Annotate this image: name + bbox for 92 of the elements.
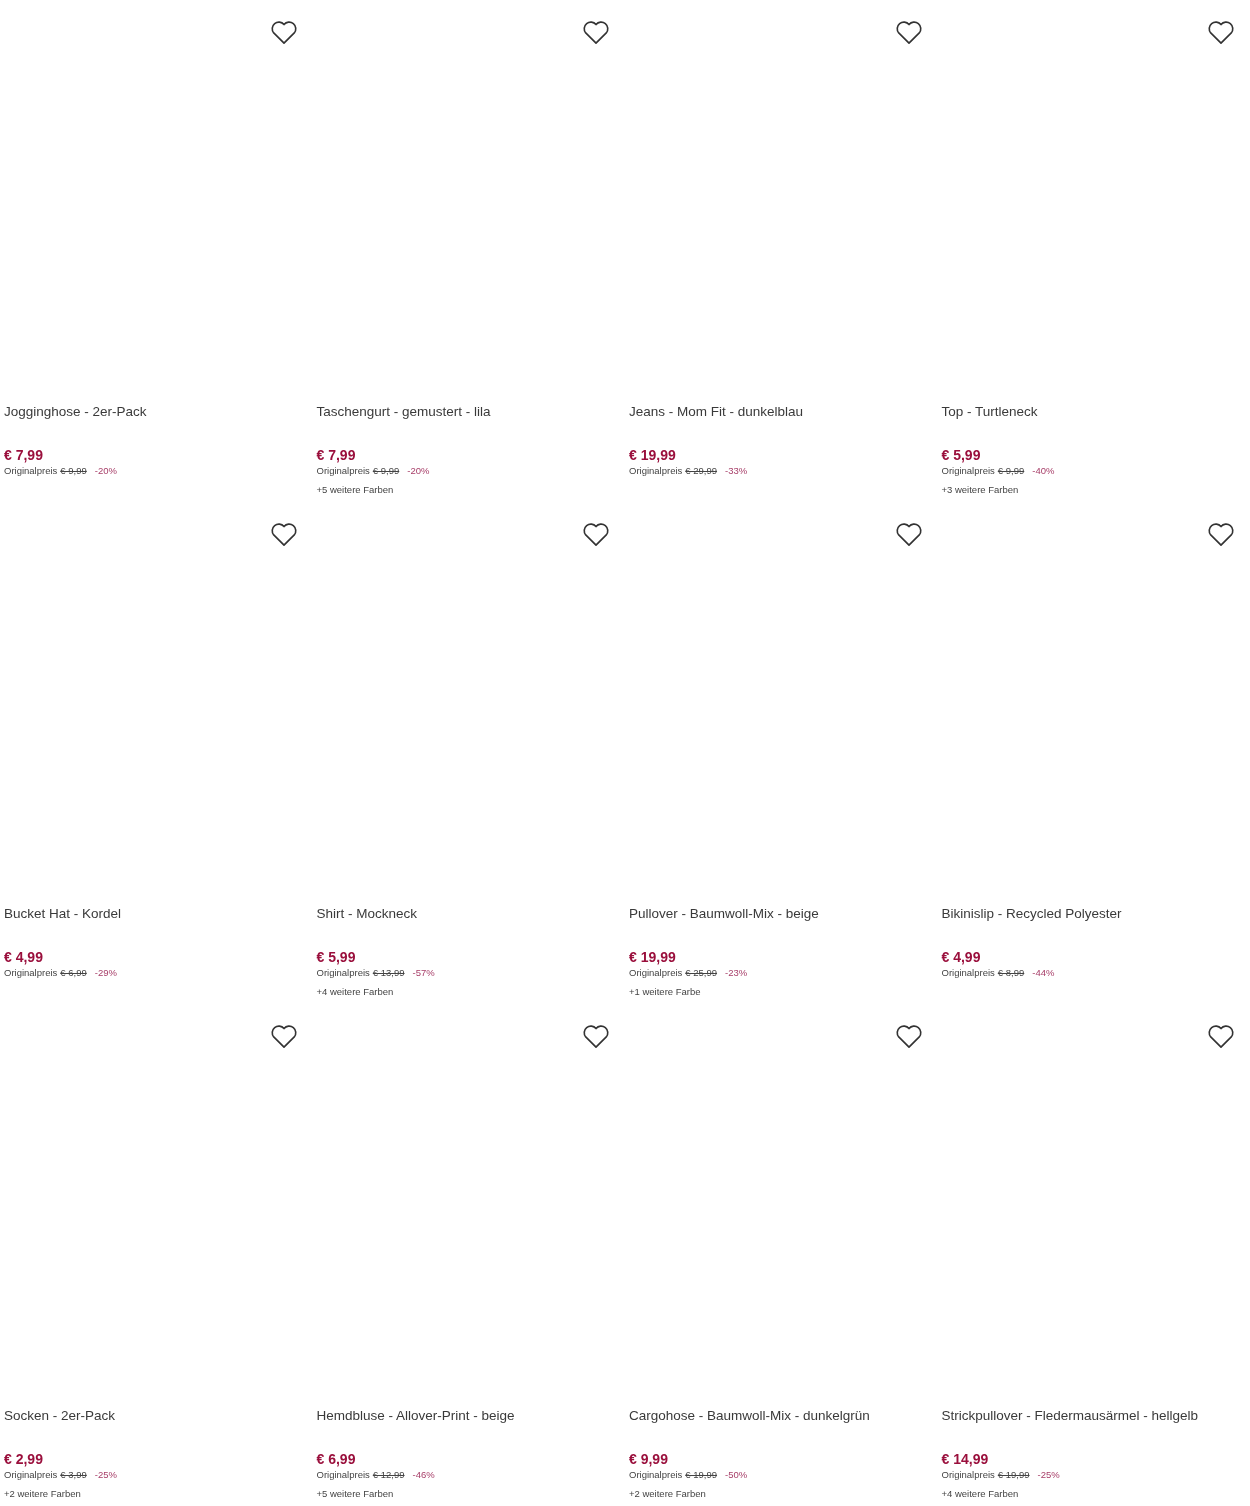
more-colors: +4 weitere Farben — [941, 1488, 1020, 1500]
discount: -40% — [1032, 464, 1055, 478]
more-colors: +4 weitere Farben — [316, 986, 395, 998]
wishlist-button[interactable] — [581, 1022, 611, 1050]
more-colors: +5 weitere Farben — [316, 484, 395, 496]
original-price-label: Originalpreis — [4, 1468, 58, 1482]
sale-price: € 5,99 — [316, 948, 357, 966]
original-price-label: Originalpreis — [316, 1468, 370, 1482]
discount: -57% — [412, 966, 435, 980]
wishlist-button[interactable] — [1206, 1022, 1236, 1050]
product-title[interactable]: Bucket Hat - Kordel — [4, 905, 313, 923]
heart-icon — [894, 521, 923, 547]
sale-price: € 7,99 — [4, 446, 44, 464]
product-title[interactable]: Strickpullover - Fledermausärmel - hellgelb — [941, 1407, 1250, 1425]
original-price-label: Originalpreis — [941, 966, 995, 980]
wishlist-button[interactable] — [268, 520, 299, 548]
discount: -33% — [725, 464, 748, 478]
heart-icon — [269, 1023, 298, 1049]
wishlist-button[interactable] — [893, 520, 924, 548]
product-title[interactable]: Jeans - Mom Fit - dunkelblau — [629, 403, 938, 421]
sale-price: € 14,99 — [941, 1450, 990, 1468]
sale-price: € 9,99 — [629, 1450, 669, 1468]
more-colors: +5 weitere Farben — [316, 1488, 395, 1500]
heart-icon — [582, 521, 610, 547]
original-price: € 9,99 — [997, 464, 1025, 478]
original-price: € 19,99 — [997, 1468, 1030, 1482]
original-price: € 9,99 — [60, 464, 87, 478]
sale-price: € 19,99 — [629, 948, 677, 966]
sale-price: € 4,99 — [4, 948, 44, 966]
original-price-label: Originalpreis — [941, 464, 995, 478]
wishlist-button[interactable] — [581, 520, 611, 548]
product-title[interactable]: Top - Turtleneck — [941, 403, 1250, 421]
discount: -20% — [94, 464, 117, 478]
product-title[interactable]: Cargohose - Baumwoll-Mix - dunkelgrün — [629, 1407, 938, 1425]
wishlist-button[interactable] — [268, 1022, 299, 1050]
product-title[interactable]: Pullover - Baumwoll-Mix - beige — [629, 905, 938, 923]
sale-price: € 2,99 — [4, 1450, 44, 1468]
more-colors: +1 weitere Farbe — [629, 986, 702, 998]
product-title[interactable]: Socken - 2er-Pack — [4, 1407, 313, 1425]
discount: -29% — [94, 966, 117, 980]
discount: -25% — [1037, 1468, 1060, 1482]
original-price: € 8,99 — [997, 966, 1025, 980]
original-price: € 3,99 — [60, 1468, 87, 1482]
original-price: € 25,99 — [685, 966, 718, 980]
sale-price: € 5,99 — [941, 446, 982, 464]
discount: -20% — [407, 464, 430, 478]
original-price-label: Originalpreis — [941, 1468, 995, 1482]
original-price: € 9,99 — [372, 464, 400, 478]
original-price-label: Originalpreis — [316, 464, 370, 478]
original-price: € 13,99 — [372, 966, 405, 980]
discount: -50% — [725, 1468, 748, 1482]
heart-icon — [1207, 521, 1235, 547]
wishlist-button[interactable] — [581, 18, 611, 46]
heart-icon — [269, 521, 298, 547]
heart-icon — [894, 19, 923, 45]
original-price-label: Originalpreis — [629, 464, 683, 478]
original-price-label: Originalpreis — [4, 464, 58, 478]
wishlist-button[interactable] — [893, 1022, 924, 1050]
wishlist-button[interactable] — [893, 18, 924, 46]
heart-icon — [1207, 19, 1235, 45]
heart-icon — [894, 1023, 923, 1049]
more-colors: +2 weitere Farben — [4, 1488, 82, 1500]
sale-price: € 19,99 — [629, 446, 677, 464]
sale-price: € 6,99 — [316, 1450, 357, 1468]
wishlist-button[interactable] — [268, 18, 299, 46]
wishlist-button[interactable] — [1206, 18, 1236, 46]
discount: -44% — [1032, 966, 1055, 980]
original-price: € 6,99 — [60, 966, 87, 980]
product-title[interactable]: Bikinislip - Recycled Polyester — [941, 905, 1250, 923]
wishlist-button[interactable] — [1206, 520, 1236, 548]
original-price-label: Originalpreis — [629, 1468, 683, 1482]
sale-price: € 7,99 — [316, 446, 357, 464]
original-price-label: Originalpreis — [4, 966, 58, 980]
original-price-label: Originalpreis — [316, 966, 370, 980]
heart-icon — [582, 19, 610, 45]
product-title[interactable]: Jogginghose - 2er-Pack — [4, 403, 313, 421]
more-colors: +3 weitere Farben — [941, 484, 1020, 496]
heart-icon — [582, 1023, 610, 1049]
discount: -46% — [412, 1468, 435, 1482]
product-title[interactable]: Taschengurt - gemustert - lila — [316, 403, 625, 421]
discount: -23% — [725, 966, 748, 980]
product-title[interactable]: Hemdbluse - Allover-Print - beige — [316, 1407, 625, 1425]
heart-icon — [269, 19, 298, 45]
sale-price: € 4,99 — [941, 948, 982, 966]
original-price-label: Originalpreis — [629, 966, 683, 980]
original-price: € 19,99 — [685, 1468, 718, 1482]
more-colors: +2 weitere Farben — [629, 1488, 707, 1500]
product-title[interactable]: Shirt - Mockneck — [316, 905, 625, 923]
discount: -25% — [94, 1468, 117, 1482]
original-price: € 29,99 — [685, 464, 718, 478]
heart-icon — [1207, 1023, 1235, 1049]
original-price: € 12,99 — [372, 1468, 405, 1482]
